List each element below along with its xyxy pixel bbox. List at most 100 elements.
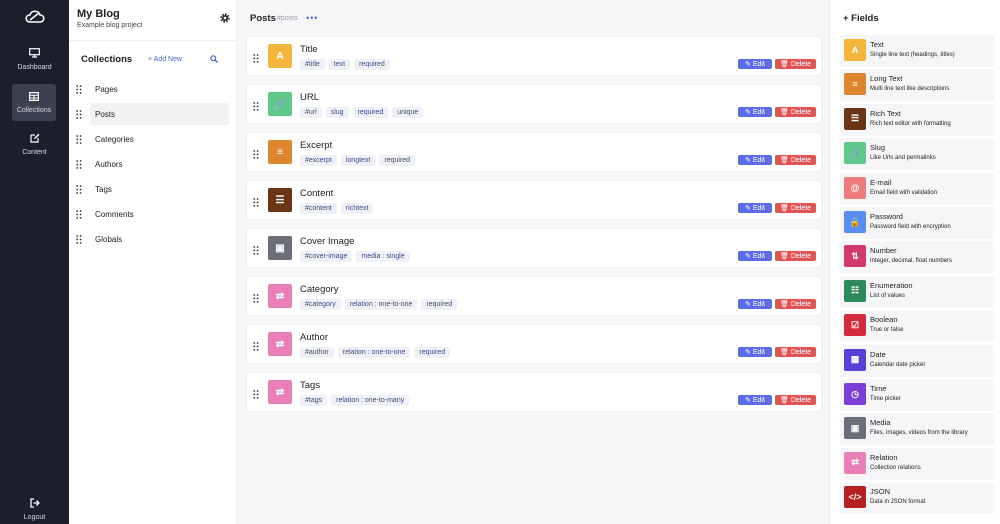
field-card[interactable]: ▣ Cover Image #cover-image media : single ✎ E… <box>246 228 822 268</box>
field-chip: unique <box>392 107 424 118</box>
field-type-password[interactable]: 🔒 Password Password field with encryption <box>840 207 994 239</box>
collections-panel: My Blog Example blog project Collections… <box>69 0 237 524</box>
field-type-name: Enumeration <box>870 280 913 290</box>
delete-label: Delete <box>790 60 812 68</box>
drag-handle-icon[interactable] <box>253 244 259 255</box>
field-card[interactable]: ≡ Excerpt #excerpt longtext required ✎ Edit 🗑 De… <box>246 132 822 172</box>
drag-handle-icon[interactable] <box>76 84 82 94</box>
edit-field-button[interactable]: ✎ Edit <box>738 299 772 309</box>
drag-handle-icon[interactable] <box>253 148 259 159</box>
field-type-rich-text[interactable]: ☰ Rich Text Rich text editor with formatti… <box>840 103 994 136</box>
collection-item[interactable]: Globals <box>71 228 229 250</box>
field-card[interactable]: A Title #title text required ✎ Edit 🗑 Delete <box>246 36 822 76</box>
delete-label: Delete <box>790 300 812 308</box>
field-type-icon: </> <box>844 486 866 509</box>
nav-dashboard[interactable]: Dashboard <box>0 48 69 71</box>
field-type-date[interactable]: ▦ Date Calendar date picker <box>840 344 994 377</box>
field-type-icon: ▦ <box>844 348 866 371</box>
field-type-icon: @ <box>844 176 866 199</box>
collection-item[interactable]: Authors <box>71 153 229 175</box>
collection-item[interactable]: Categories <box>71 128 229 150</box>
field-type-long-text[interactable]: ≡ Long Text Multi line text like descripti… <box>840 69 994 102</box>
drag-handle-icon[interactable] <box>76 134 82 144</box>
delete-field-button[interactable]: 🗑 Delete <box>775 155 816 165</box>
field-name: Excerpt <box>300 140 333 151</box>
nav-content[interactable]: Content <box>0 133 69 156</box>
edit-field-button[interactable]: ✎ Edit <box>738 395 772 405</box>
field-type-json[interactable]: </> JSON Data in JSON format <box>840 482 994 515</box>
delete-field-button[interactable]: 🗑 Delete <box>775 251 816 261</box>
field-type-boolean[interactable]: ☑ Boolean True or false <box>840 310 994 343</box>
field-type-name: Long Text <box>870 74 903 84</box>
field-card[interactable]: ⇄ Author #author relation : one-to-one requi… <box>246 324 822 364</box>
field-type-desc: Collection relations <box>870 464 921 471</box>
logout-button[interactable]: Logout <box>0 498 69 521</box>
edit-label: Edit <box>752 252 765 260</box>
field-type-icon: ◷ <box>844 383 866 405</box>
nav-collections[interactable]: Collections <box>12 84 56 121</box>
field-card[interactable]: 🔗 URL #url slug required unique ✎ Edit 🗑 Delete <box>246 84 822 124</box>
trash-icon: 🗑 <box>779 397 789 404</box>
add-new-collection-button[interactable]: + Add New <box>148 56 182 63</box>
more-options-icon[interactable]: ••• <box>306 14 318 23</box>
collection-item[interactable]: Pages <box>71 78 229 100</box>
delete-field-button[interactable]: 🗑 Delete <box>775 347 816 357</box>
field-type-enumeration[interactable]: ☷ Enumeration List of values <box>840 275 994 308</box>
collection-item[interactable]: Posts <box>76 103 229 125</box>
field-type-icon: ⇄ <box>844 451 866 474</box>
field-type-icon: 🔒 <box>844 211 866 233</box>
drag-handle-icon[interactable] <box>253 52 259 63</box>
edit-label: Edit <box>752 300 765 308</box>
trash-icon: 🗑 <box>779 349 789 356</box>
fields-heading: + Fields <box>843 13 879 24</box>
drag-handle-icon[interactable] <box>253 292 259 303</box>
search-icon[interactable] <box>210 55 218 63</box>
field-type-slug[interactable]: 🔗 Slug Like Urls and permalinks <box>840 138 994 171</box>
collection-item[interactable]: Tags <box>71 178 229 200</box>
field-type-time[interactable]: ◷ Time Time picker <box>840 379 994 411</box>
drag-handle-icon[interactable] <box>76 159 82 169</box>
project-subtitle: Example blog project <box>77 22 143 29</box>
field-chip: relation : one-to-many <box>331 395 410 406</box>
edit-field-button[interactable]: ✎ Edit <box>738 347 772 357</box>
field-type-media[interactable]: ▣ Media Files, images, videos from the lib… <box>840 413 994 446</box>
cloud-logo-icon[interactable] <box>24 8 46 24</box>
field-type-number[interactable]: ⇅ Number Integer, decimal, float numbers <box>840 241 994 274</box>
delete-label: Delete <box>790 156 812 164</box>
field-card[interactable]: ⇄ Tags #tags relation : one-to-many ✎ Edit 🗑 De… <box>246 372 822 412</box>
collections-heading: Collections <box>81 54 133 65</box>
gear-icon[interactable] <box>219 12 231 24</box>
delete-field-button[interactable]: 🗑 Delete <box>775 59 816 69</box>
field-card[interactable]: ☰ Content #content richtext ✎ Edit 🗑 Delete <box>246 180 822 220</box>
edit-field-button[interactable]: ✎ Edit <box>738 251 772 261</box>
field-type-icon: 🔗 <box>268 92 292 116</box>
field-card[interactable]: ⇄ Category #category relation : one-to-one r… <box>246 276 822 316</box>
field-type-text[interactable]: A Text Single line text (headings, titles) <box>840 35 994 67</box>
drag-handle-icon[interactable] <box>253 388 259 399</box>
divider <box>69 40 237 41</box>
drag-handle-icon[interactable] <box>253 100 259 111</box>
collection-item[interactable]: Comments <box>71 203 229 225</box>
field-type-relation[interactable]: ⇄ Relation Collection relations <box>840 447 994 480</box>
field-type-desc: Calendar date picker <box>870 361 926 368</box>
drag-handle-icon[interactable] <box>76 234 82 244</box>
drag-handle-icon[interactable] <box>76 209 82 219</box>
field-chip: richtext <box>340 203 374 214</box>
drag-handle-icon[interactable] <box>76 109 82 119</box>
edit-field-button[interactable]: ✎ Edit <box>738 155 772 165</box>
delete-field-button[interactable]: 🗑 Delete <box>775 203 816 213</box>
drag-handle-icon[interactable] <box>76 184 82 194</box>
collection-item-label: Globals <box>95 234 123 244</box>
drag-handle-icon[interactable] <box>253 340 259 351</box>
field-type-icon: ☰ <box>268 188 292 212</box>
delete-field-button[interactable]: 🗑 Delete <box>775 299 816 309</box>
field-type-e-mail[interactable]: @ E-mail Email field with validation <box>840 172 994 205</box>
edit-field-button[interactable]: ✎ Edit <box>738 203 772 213</box>
edit-field-button[interactable]: ✎ Edit <box>738 107 772 117</box>
trash-icon: 🗑 <box>779 61 789 68</box>
delete-field-button[interactable]: 🗑 Delete <box>775 107 816 117</box>
field-type-name: Slug <box>870 143 886 153</box>
edit-field-button[interactable]: ✎ Edit <box>738 59 772 69</box>
drag-handle-icon[interactable] <box>253 196 259 207</box>
delete-field-button[interactable]: 🗑 Delete <box>775 395 816 405</box>
